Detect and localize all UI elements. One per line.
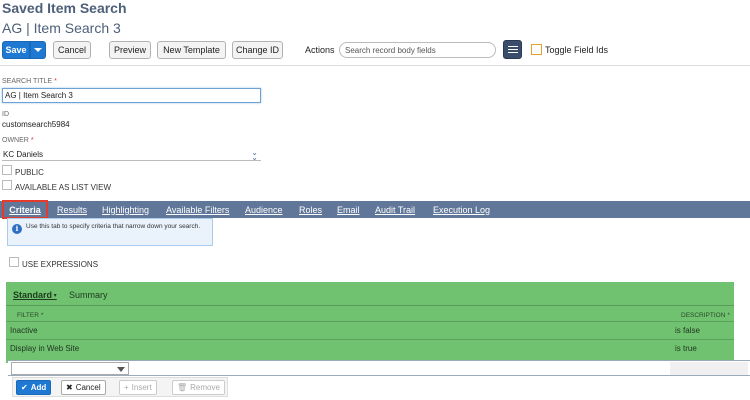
tab-highlighting[interactable]: Highlighting <box>102 201 149 218</box>
tab-results[interactable]: Results <box>57 201 87 218</box>
tab-audience[interactable]: Audience <box>245 201 283 218</box>
toolbar: Save Cancel Preview New Template Change … <box>2 40 742 59</box>
search-title-input[interactable]: AG | Item Search 3 <box>2 88 261 103</box>
grid-header-divider <box>6 305 734 306</box>
new-filter-select[interactable] <box>11 362 129 375</box>
table-row-filter[interactable]: Display in Web Site <box>10 344 79 353</box>
check-icon: ✔ <box>21 383 28 392</box>
row-cancel-button[interactable]: ✖ Cancel <box>61 380 106 395</box>
id-label: ID <box>2 111 9 118</box>
record-title: AG | Item Search 3 <box>2 20 121 36</box>
use-expressions-label: USE EXPRESSIONS <box>22 260 99 269</box>
table-row-description[interactable]: is true <box>675 344 697 353</box>
double-chevron-down-icon: ⌄ ⌄ <box>251 148 258 162</box>
row-divider <box>6 339 734 340</box>
close-icon: ✖ <box>66 383 73 392</box>
available-list-view-checkbox[interactable] <box>2 180 12 190</box>
column-header-filter: FILTER * <box>17 312 44 319</box>
table-row-filter[interactable]: Inactive <box>10 326 38 335</box>
add-button[interactable]: ✔ Add <box>16 380 52 395</box>
info-icon: i <box>12 224 22 234</box>
preview-button[interactable]: Preview <box>109 41 151 59</box>
public-label: PUBLIC <box>15 168 44 177</box>
remove-button[interactable]: 🗑 Remove <box>172 380 225 395</box>
new-description-cell[interactable] <box>670 362 748 375</box>
owner-value: KC Daniels <box>3 149 44 159</box>
row-divider <box>6 321 734 322</box>
trash-icon: 🗑 <box>177 383 188 392</box>
criteria-info-text: Use this tab to specify criteria that na… <box>26 223 201 230</box>
new-template-button[interactable]: New Template <box>157 41 226 59</box>
tab-standard[interactable]: Standard ▾ <box>13 290 57 300</box>
tab-criteria[interactable]: Criteria <box>2 200 48 219</box>
chevron-down-icon <box>34 48 42 52</box>
use-expressions-checkbox[interactable] <box>9 257 19 267</box>
tab-available-filters[interactable]: Available Filters <box>166 201 229 218</box>
toggle-field-ids-checkbox[interactable] <box>531 44 542 55</box>
available-list-view-label: AVAILABLE AS LIST VIEW <box>15 183 112 192</box>
tab-audit-trail[interactable]: Audit Trail <box>375 201 415 218</box>
cancel-button[interactable]: Cancel <box>53 41 91 59</box>
tab-email[interactable]: Email <box>337 201 360 218</box>
list-menu-icon[interactable] <box>503 40 522 59</box>
row-action-bar: ✔ Add ✖ Cancel + Insert 🗑 Remove <box>12 377 228 397</box>
criteria-info-tooltip: i Use this tab to specify criteria that … <box>7 218 213 246</box>
search-title-label: SEARCH TITLE * <box>2 78 57 85</box>
owner-label: OWNER * <box>2 137 34 144</box>
plus-icon: + <box>124 383 129 392</box>
change-id-button[interactable]: Change ID <box>232 41 283 59</box>
page-heading: Saved Item Search <box>2 0 127 16</box>
save-button[interactable]: Save <box>2 41 30 59</box>
toggle-field-ids-label[interactable]: Toggle Field Ids <box>545 45 608 55</box>
insert-button[interactable]: + Insert <box>119 380 157 395</box>
chevron-down-icon <box>117 367 125 372</box>
table-row-description[interactable]: is false <box>675 326 700 335</box>
public-checkbox[interactable] <box>2 165 12 175</box>
search-record-fields-input[interactable]: Search record body fields <box>339 42 496 58</box>
tab-roles[interactable]: Roles <box>299 201 322 218</box>
tab-summary[interactable]: Summary <box>69 290 108 300</box>
header-divider <box>0 65 750 66</box>
actions-menu[interactable]: Actions <box>305 45 335 55</box>
id-value: customsearch5984 <box>2 120 70 129</box>
new-criteria-edit-row <box>8 360 750 376</box>
owner-select[interactable]: KC Daniels ⌄ ⌄ <box>2 148 261 162</box>
caret-down-icon: ▾ <box>52 293 57 300</box>
save-menu-button[interactable] <box>30 41 46 59</box>
column-header-description: DESCRIPTION * <box>681 312 730 319</box>
criteria-grid-highlight <box>6 282 734 363</box>
subtab-bar: Criteria Results Highlighting Available … <box>0 200 750 219</box>
tab-execution-log[interactable]: Execution Log <box>433 201 490 218</box>
